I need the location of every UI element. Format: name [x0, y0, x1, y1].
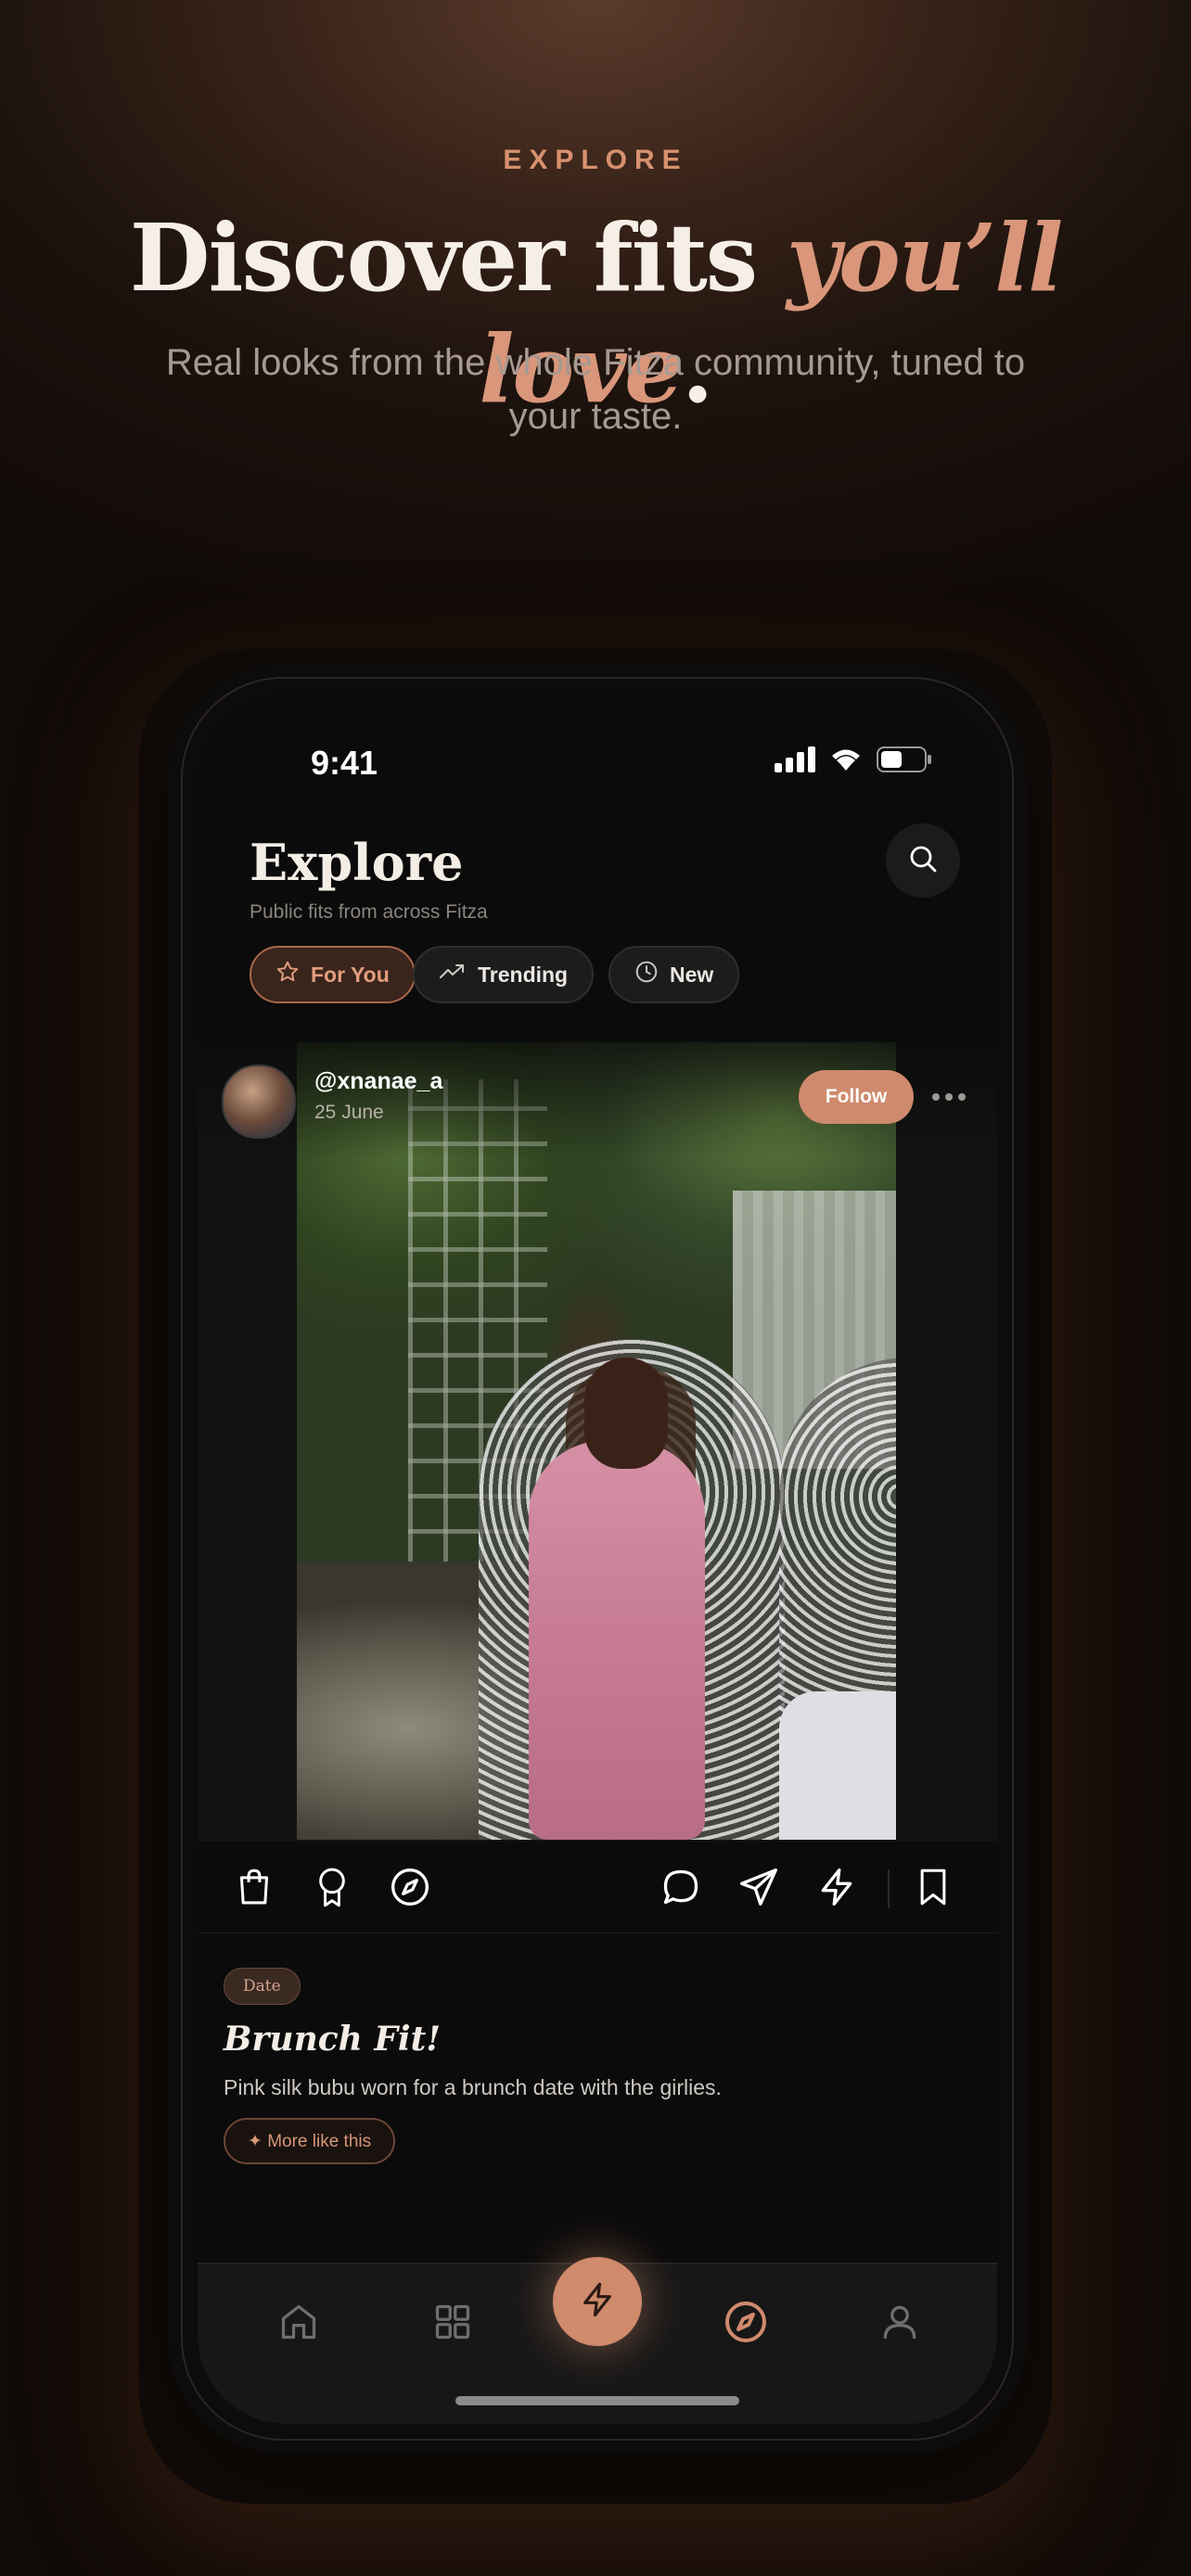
bookmark-icon[interactable]	[908, 1862, 958, 1912]
post-tag[interactable]: Date	[224, 1968, 301, 2005]
bolt-icon	[579, 2281, 616, 2323]
eyebrow-label: EXPLORE	[503, 145, 688, 175]
profile-icon	[879, 2302, 920, 2347]
signal-icon	[775, 746, 815, 777]
filter-chip-for-you[interactable]: For You	[250, 946, 416, 1003]
bolt-icon[interactable]	[812, 1862, 862, 1912]
shopping-bag-icon[interactable]	[229, 1862, 279, 1912]
post-title: Brunch Fit!	[224, 2020, 442, 2059]
compass-icon	[724, 2300, 768, 2349]
tab-explore[interactable]	[709, 2287, 783, 2361]
more-options-icon[interactable]	[932, 1089, 971, 1105]
phone-screen: 9:41 Explore Public fits from across Fit…	[198, 694, 997, 2424]
wifi-icon	[828, 746, 864, 777]
star-icon	[275, 960, 300, 989]
page-subtitle: Public fits from across Fitza	[250, 901, 488, 923]
tab-profile[interactable]	[863, 2287, 937, 2361]
trending-icon	[439, 960, 467, 989]
post-date: 25 June	[314, 1102, 384, 1123]
post-header: @xnanae_a 25 June Follow	[198, 1042, 997, 1159]
clock-icon	[634, 960, 659, 989]
post-username[interactable]: @xnanae_a	[314, 1068, 442, 1095]
filter-chip-trending[interactable]: Trending	[413, 946, 595, 1003]
status-icons	[775, 746, 932, 778]
phone-frame: 9:41 Explore Public fits from across Fit…	[181, 677, 1014, 2441]
tab-home[interactable]	[262, 2287, 336, 2361]
tab-create[interactable]	[553, 2257, 642, 2346]
filter-chip-new[interactable]: New	[608, 946, 740, 1003]
page-title: Explore	[250, 833, 464, 892]
avatar[interactable]	[222, 1065, 296, 1139]
divider	[198, 1932, 997, 1933]
headline-text: Discover fits	[129, 203, 787, 312]
search-button[interactable]	[886, 823, 960, 898]
post-photo[interactable]	[297, 1042, 896, 1840]
filter-chip-label: Trending	[478, 962, 569, 987]
compass-icon[interactable]	[385, 1862, 435, 1912]
filter-chip-label: New	[670, 962, 714, 987]
comment-icon[interactable]	[656, 1862, 706, 1912]
post-action-bar	[198, 1843, 997, 1931]
award-icon[interactable]	[307, 1862, 357, 1912]
home-indicator	[455, 2396, 739, 2405]
follow-button[interactable]: Follow	[799, 1070, 914, 1124]
home-icon	[278, 2302, 319, 2347]
subhead: Real looks from the whole Fitza communit…	[165, 342, 1026, 437]
tab-grid[interactable]	[416, 2287, 490, 2361]
battery-icon	[877, 746, 932, 778]
more-like-this-button[interactable]: ✦ More like this	[224, 2118, 396, 2164]
filter-chip-label: For You	[311, 962, 390, 987]
send-icon[interactable]	[734, 1862, 784, 1912]
post-description: Pink silk bubu worn for a brunch date wi…	[224, 2075, 722, 2099]
feed-post-card: @xnanae_a 25 June Follow	[198, 1042, 997, 1842]
action-divider	[888, 1869, 890, 1908]
search-icon	[907, 843, 939, 879]
status-time: 9:41	[311, 744, 378, 782]
grid-icon	[432, 2302, 473, 2347]
